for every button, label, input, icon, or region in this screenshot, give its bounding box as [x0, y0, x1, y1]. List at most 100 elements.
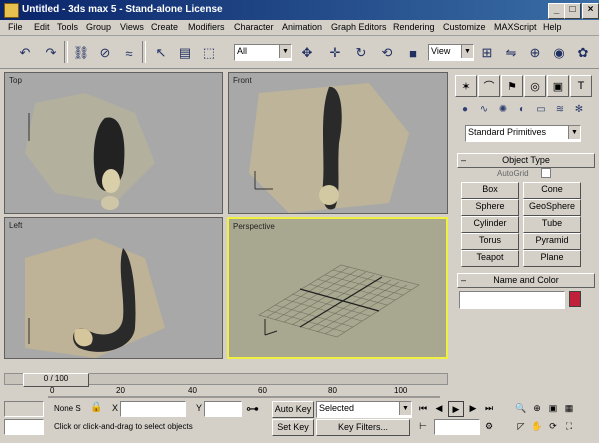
select-by-name-icon[interactable]: ▤ — [174, 41, 196, 65]
time-slider-track[interactable]: 0 / 100 — [4, 373, 448, 387]
x-coordinate-field[interactable] — [120, 401, 186, 417]
zoom-extents-all-icon[interactable]: ▦ — [562, 401, 576, 415]
space-warps-icon[interactable]: ≋ — [552, 101, 568, 117]
select-object-icon[interactable]: ↖ — [150, 41, 172, 65]
object-color-swatch[interactable] — [569, 291, 581, 307]
menu-character[interactable]: Character — [234, 22, 274, 32]
track-bar[interactable] — [0, 385, 450, 401]
y-coordinate-field[interactable] — [204, 401, 242, 417]
mirror-icon[interactable]: ⇋ — [500, 41, 522, 65]
menu-customize[interactable]: Customize — [443, 22, 486, 32]
arc-rotate-icon[interactable]: ⟳ — [546, 419, 560, 433]
viewport-perspective[interactable]: Perspective — [227, 217, 448, 359]
menu-help[interactable]: Help — [543, 22, 562, 32]
material-editor-icon[interactable]: ◉ — [548, 41, 570, 65]
select-and-rotate-icon[interactable]: ↻ — [350, 41, 372, 65]
key-filters-button[interactable]: Key Filters... — [316, 419, 410, 436]
menu-graph-editors[interactable]: Graph Editors — [331, 22, 387, 32]
select-and-scale-icon[interactable]: ⟲ — [376, 41, 398, 65]
menu-tools[interactable]: Tools — [57, 22, 78, 32]
plane-button[interactable]: Plane — [523, 250, 581, 267]
menu-group[interactable]: Group — [86, 22, 111, 32]
hierarchy-tab-icon[interactable]: ⚑ — [501, 75, 523, 97]
viewport-front[interactable]: Front — [228, 72, 448, 214]
selection-filter-dropdown[interactable]: All ▼ — [234, 44, 292, 61]
menu-edit[interactable]: Edit — [34, 22, 50, 32]
select-and-link-icon[interactable]: ⛓ — [70, 41, 92, 65]
pan-icon[interactable]: ✋ — [530, 419, 544, 433]
time-configuration-icon[interactable]: ⚙ — [482, 419, 496, 433]
geometry-icon[interactable]: ● — [457, 101, 473, 117]
menu-views[interactable]: Views — [120, 22, 144, 32]
menu-modifiers[interactable]: Modifiers — [188, 22, 225, 32]
box-button[interactable]: Box — [461, 182, 519, 199]
zoom-icon[interactable]: 🔍 — [514, 401, 528, 415]
previous-frame-icon[interactable]: ◀ — [432, 401, 446, 415]
rectangular-selection-icon[interactable]: ⬚ — [198, 41, 220, 65]
modify-tab-icon[interactable]: ⌒ — [478, 75, 500, 97]
object-name-field[interactable] — [459, 291, 565, 309]
render-scene-icon[interactable]: ✿ — [572, 41, 594, 65]
field-of-view-icon[interactable]: ◸ — [514, 419, 528, 433]
close-button[interactable]: × — [582, 3, 599, 19]
helpers-icon[interactable]: ▭ — [533, 101, 549, 117]
create-tab-icon[interactable]: ✶ — [455, 75, 477, 97]
play-icon[interactable]: ▶ — [448, 401, 464, 417]
rollout-title: Object Type — [502, 155, 550, 165]
display-tab-icon[interactable]: ▣ — [547, 75, 569, 97]
category-dropdown[interactable]: Standard Primitives ▼ — [465, 125, 581, 142]
viewport-left[interactable]: Left — [4, 217, 223, 359]
go-to-end-icon[interactable]: ⏭ — [482, 401, 496, 415]
cameras-icon[interactable]: ◐ — [514, 101, 530, 117]
menu-animation[interactable]: Animation — [282, 22, 322, 32]
go-to-start-icon[interactable]: ⏮ — [416, 401, 430, 415]
next-frame-icon[interactable]: ▶ — [466, 401, 480, 415]
viewport-top[interactable]: Top — [4, 72, 223, 214]
geosphere-button[interactable]: GeoSphere — [523, 199, 581, 216]
systems-icon[interactable]: ✻ — [571, 101, 587, 117]
current-frame-field[interactable] — [434, 419, 480, 435]
set-key-button[interactable]: Set Key — [272, 419, 314, 436]
menu-file[interactable]: File — [8, 22, 23, 32]
maximize-button[interactable]: □ — [564, 3, 581, 19]
redo-icon[interactable]: ↷ — [40, 41, 62, 65]
key-mode-dropdown[interactable]: Selected ▼ — [316, 401, 412, 418]
shapes-icon[interactable]: ∿ — [476, 101, 492, 117]
pivot-center-icon[interactable]: ⊞ — [476, 41, 498, 65]
undo-icon[interactable]: ↶ — [14, 41, 36, 65]
zoom-extents-icon[interactable]: ▣ — [546, 401, 560, 415]
maxscript-listener-mini[interactable] — [4, 401, 44, 417]
main-toolbar: ↶ ↷ ⛓ ⊘ ≈ ↖ ▤ ⬚ All ▼ ✥ ✛ ↻ ⟲ ■ View ▼ ⊞ ⇋… — [0, 37, 599, 69]
autogrid-checkbox[interactable] — [541, 168, 551, 178]
motion-tab-icon[interactable]: ◎ — [524, 75, 546, 97]
select-and-move-icon[interactable]: ✛ — [324, 41, 346, 65]
maximize-viewport-icon[interactable]: ⛶ — [562, 419, 576, 433]
bind-space-warp-icon[interactable]: ≈ — [118, 41, 140, 65]
tube-button[interactable]: Tube — [523, 216, 581, 233]
maxscript-input[interactable] — [4, 419, 44, 435]
name-color-rollout-header[interactable]: – Name and Color — [457, 273, 595, 288]
reference-coordinate-dropdown[interactable]: View ▼ — [428, 44, 474, 61]
utilities-tab-icon[interactable]: T — [570, 75, 592, 97]
lights-icon[interactable]: ✺ — [495, 101, 511, 117]
menu-create[interactable]: Create — [151, 22, 178, 32]
cone-button[interactable]: Cone — [523, 182, 581, 199]
teapot-button[interactable]: Teapot — [461, 250, 519, 267]
menu-rendering[interactable]: Rendering — [393, 22, 435, 32]
auto-key-button[interactable]: Auto Key — [272, 401, 314, 418]
torus-button[interactable]: Torus — [461, 233, 519, 250]
align-icon[interactable]: ⊕ — [524, 41, 546, 65]
object-type-rollout-header[interactable]: – Object Type — [457, 153, 595, 168]
key-mode-toggle-icon[interactable]: ⊢ — [416, 419, 430, 433]
select-and-uniform-scale-icon[interactable]: ■ — [402, 41, 424, 65]
sphere-button[interactable]: Sphere — [461, 199, 519, 216]
minimize-button[interactable]: _ — [548, 3, 565, 19]
menu-maxscript[interactable]: MAXScript — [494, 22, 537, 32]
unlink-icon[interactable]: ⊘ — [94, 41, 116, 65]
lock-icon[interactable]: 🔒 — [90, 402, 102, 413]
select-and-manipulate-icon[interactable]: ✥ — [296, 41, 318, 65]
cylinder-button[interactable]: Cylinder — [461, 216, 519, 233]
pyramid-button[interactable]: Pyramid — [523, 233, 581, 250]
key-icon[interactable]: ⊶ — [246, 401, 259, 417]
zoom-all-icon[interactable]: ⊕ — [530, 401, 544, 415]
